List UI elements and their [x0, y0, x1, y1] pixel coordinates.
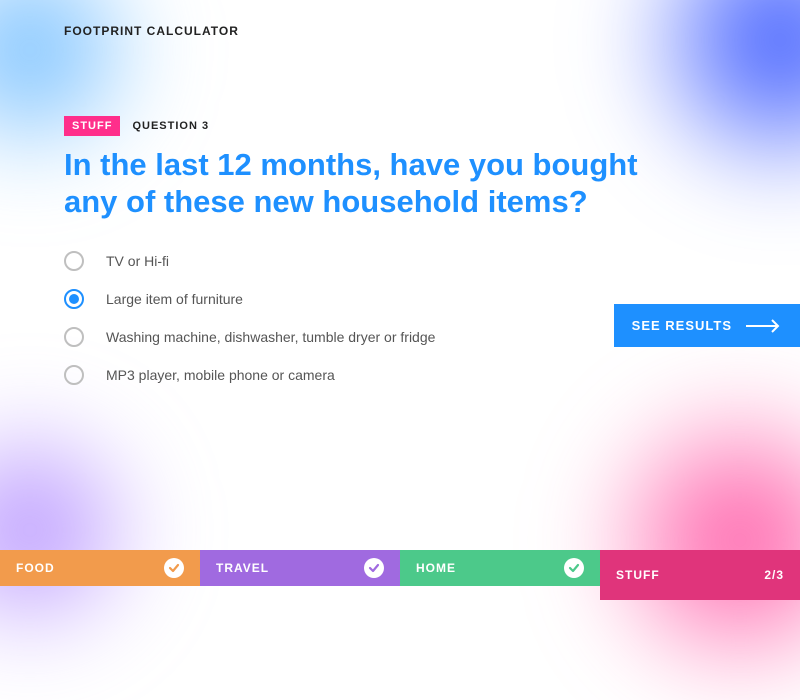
radio-icon	[64, 289, 84, 309]
radio-icon	[64, 251, 84, 271]
radio-icon	[64, 365, 84, 385]
nav-item-travel[interactable]: TRAVEL	[200, 550, 400, 586]
radio-icon	[64, 327, 84, 347]
option-row[interactable]: TV or Hi-fi	[64, 242, 800, 280]
check-icon	[164, 558, 184, 578]
question-number-label: QUESTION 3	[132, 120, 209, 132]
option-label: MP3 player, mobile phone or camera	[106, 367, 335, 383]
option-row[interactable]: MP3 player, mobile phone or camera	[64, 356, 800, 394]
option-label: Washing machine, dishwasher, tumble drye…	[106, 329, 435, 345]
option-label: Large item of furniture	[106, 291, 243, 307]
bottom-nav: FOOD TRAVEL HOME STUFF 2/3	[0, 550, 800, 600]
nav-progress: 2/3	[764, 568, 784, 582]
nav-item-stuff[interactable]: STUFF 2/3	[600, 550, 800, 600]
question-text: In the last 12 months, have you bought a…	[64, 146, 664, 220]
see-results-label: SEE RESULTS	[632, 318, 732, 333]
nav-item-home[interactable]: HOME	[400, 550, 600, 586]
see-results-button[interactable]: SEE RESULTS	[614, 304, 800, 347]
nav-label: FOOD	[16, 561, 55, 575]
check-icon	[364, 558, 384, 578]
check-icon	[564, 558, 584, 578]
nav-item-food[interactable]: FOOD	[0, 550, 200, 586]
nav-label: HOME	[416, 561, 456, 575]
app-title: FOOTPRINT CALCULATOR	[64, 24, 800, 38]
arrow-right-icon	[746, 319, 782, 333]
category-badge: STUFF	[64, 116, 120, 136]
nav-label: TRAVEL	[216, 561, 269, 575]
nav-label: STUFF	[616, 568, 660, 582]
option-label: TV or Hi-fi	[106, 253, 169, 269]
